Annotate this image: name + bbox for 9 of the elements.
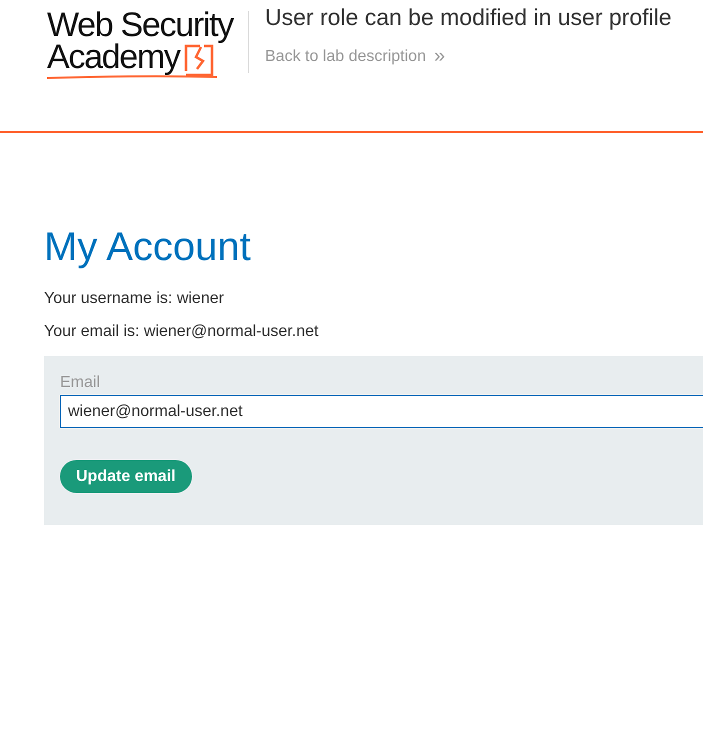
back-link[interactable]: Back to lab description » <box>265 48 672 66</box>
update-email-button[interactable]: Update email <box>60 460 192 493</box>
page-heading: My Account <box>44 225 252 270</box>
info-text: Your username is: wiener <box>44 290 225 308</box>
field-label: Email <box>60 374 100 392</box>
info-text: Your email is: wiener@normal-user.net <box>44 323 320 341</box>
logo: Web Security Academy <box>47 9 245 79</box>
lab-title: User role can be modified in user profile <box>265 4 672 31</box>
email-field[interactable]: wiener@normal-user.net <box>60 395 703 428</box>
